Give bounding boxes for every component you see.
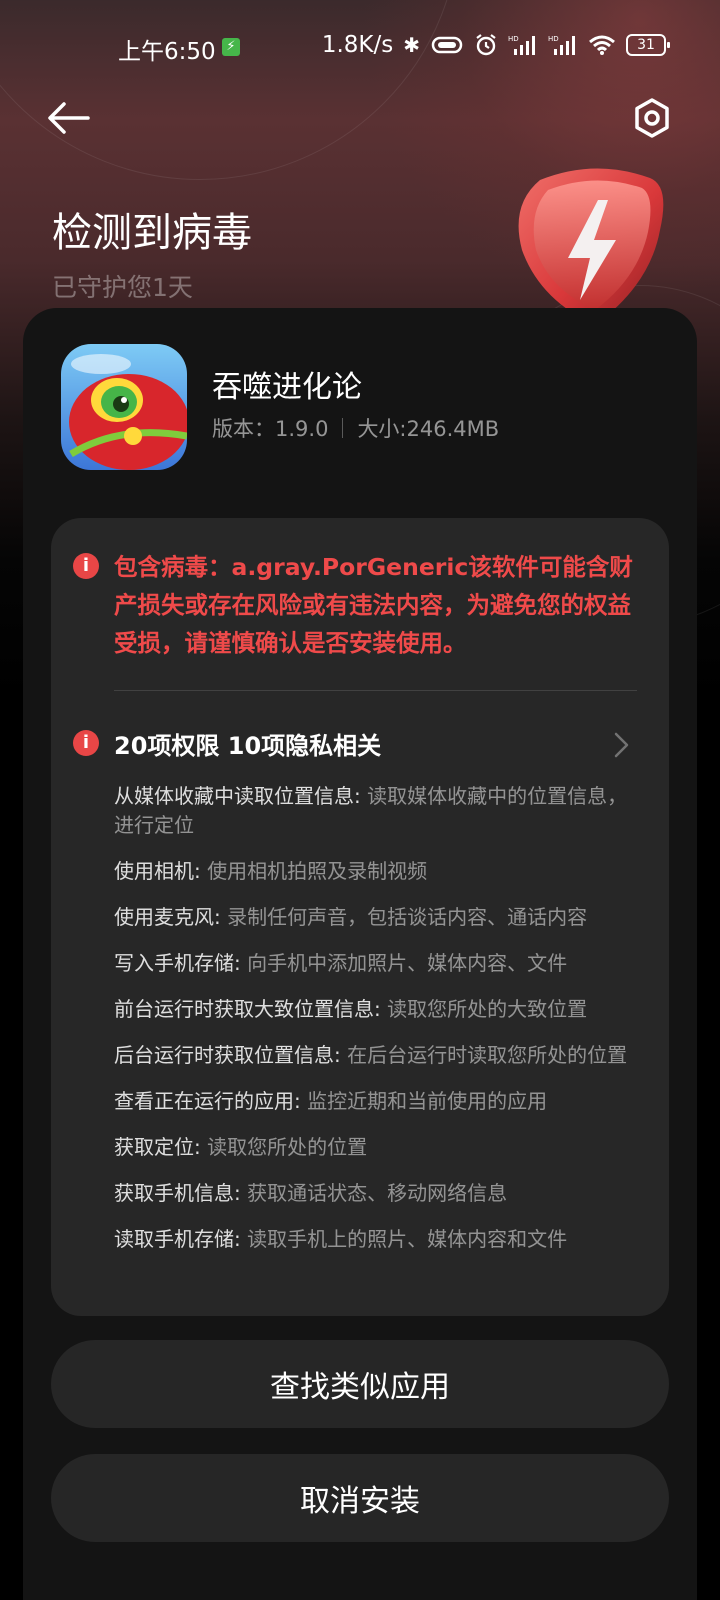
permission-item: 获取手机信息: 获取通话状态、移动网络信息 (114, 1179, 634, 1208)
permission-desc: 使用相机拍照及录制视频 (200, 859, 428, 883)
find-similar-apps-button[interactable]: 查找类似应用 (51, 1340, 669, 1428)
permission-desc: 读取手机上的照片、媒体内容和文件 (240, 1227, 568, 1251)
permission-item: 使用相机: 使用相机拍照及录制视频 (114, 857, 634, 886)
svg-text:HD: HD (548, 35, 559, 43)
permission-name: 从媒体收藏中读取位置信息: (114, 784, 361, 808)
permission-list: 从媒体收藏中读取位置信息: 读取媒体收藏中的位置信息，进行定位 使用相机: 使用… (114, 782, 634, 1271)
signal-hd-icon: HD (548, 35, 575, 55)
permission-desc: 向手机中添加照片、媒体内容、文件 (240, 951, 568, 975)
virus-warning-text: 包含病毒：a.gray.PorGeneric该软件可能含财产损失或存在风险或有违… (114, 553, 633, 657)
protected-days-label: 已守护您1天 (52, 273, 193, 302)
battery-icon: 31 (626, 34, 670, 56)
permission-desc: 录制任何声音，包括谈话内容、通话内容 (220, 905, 588, 929)
permission-item: 使用麦克风: 录制任何声音，包括谈话内容、通话内容 (114, 903, 634, 932)
warning-alert-icon: i (73, 553, 99, 579)
permission-name: 读取手机存储: (114, 1227, 241, 1251)
permission-name: 后台运行时获取位置信息: (114, 1043, 341, 1067)
permissions-header[interactable]: 20项权限 10项隐私相关 (114, 726, 381, 761)
permission-desc: 在后台运行时读取您所处的位置 (340, 1043, 628, 1067)
app-meta: 版本：1.9.0 大小:246.4MB (212, 413, 499, 443)
permission-item: 从媒体收藏中读取位置信息: 读取媒体收藏中的位置信息，进行定位 (114, 782, 634, 840)
vibrate-icon (431, 36, 463, 54)
permission-item: 前台运行时获取大致位置信息: 读取您所处的大致位置 (114, 995, 634, 1024)
status-bar: 上午6:50 ⚡ 1.8K/s ✱ HD HD 31 (0, 0, 720, 96)
permission-item: 获取定位: 读取您所处的位置 (114, 1133, 634, 1162)
permission-name: 写入手机存储: (114, 951, 241, 975)
page-title: 检测到病毒 (52, 210, 252, 256)
alarm-icon (476, 34, 496, 56)
cancel-install-button[interactable]: 取消安装 (51, 1454, 669, 1542)
permission-name: 查看正在运行的应用: (114, 1089, 301, 1113)
app-name: 吞噬进化论 (212, 370, 362, 405)
status-icons: 1.8K/s ✱ HD HD 31 (321, 32, 670, 58)
back-arrow-icon[interactable] (44, 96, 94, 140)
permission-item: 写入手机存储: 向手机中添加照片、媒体内容、文件 (114, 949, 634, 978)
permission-desc: 监控近期和当前使用的应用 (300, 1089, 548, 1113)
permission-name: 获取手机信息: (114, 1181, 241, 1205)
lightning-shield-icon (518, 168, 664, 325)
meta-divider (342, 418, 344, 438)
permission-name: 使用相机: (114, 859, 201, 883)
permission-desc: 获取通话状态、移动网络信息 (240, 1181, 508, 1205)
permission-item: 查看正在运行的应用: 监控近期和当前使用的应用 (114, 1087, 634, 1116)
permission-alert-icon: i (73, 730, 99, 756)
app-size: 大小:246.4MB (357, 417, 500, 441)
permission-item: 读取手机存储: 读取手机上的照片、媒体内容和文件 (114, 1225, 634, 1254)
permission-name: 前台运行时获取大致位置信息: (114, 997, 381, 1021)
bluetooth-icon: ✱ (403, 33, 420, 57)
network-speed: 1.8K/s (321, 32, 394, 58)
permission-desc: 读取您所处的位置 (200, 1135, 368, 1159)
svg-text:HD: HD (508, 35, 519, 43)
app-icon (61, 344, 187, 470)
app-version: 版本：1.9.0 (212, 417, 329, 441)
permission-item: 后台运行时获取位置信息: 在后台运行时读取您所处的位置 (114, 1041, 634, 1070)
signal-hd-icon: HD (508, 35, 535, 55)
screen: 上午6:50 ⚡ 1.8K/s ✱ HD HD 31 检测到病毒 已守护您1天 (0, 0, 720, 1600)
permission-name: 使用麦克风: (114, 905, 221, 929)
wifi-icon (589, 35, 615, 55)
divider (114, 690, 637, 691)
permission-name: 获取定位: (114, 1135, 201, 1159)
chevron-right-icon[interactable] (610, 730, 632, 760)
permission-desc: 读取您所处的大致位置 (380, 997, 588, 1021)
charging-icon: ⚡ (222, 38, 240, 56)
settings-icon[interactable] (628, 94, 676, 142)
status-time: 上午6:50 (118, 39, 216, 65)
